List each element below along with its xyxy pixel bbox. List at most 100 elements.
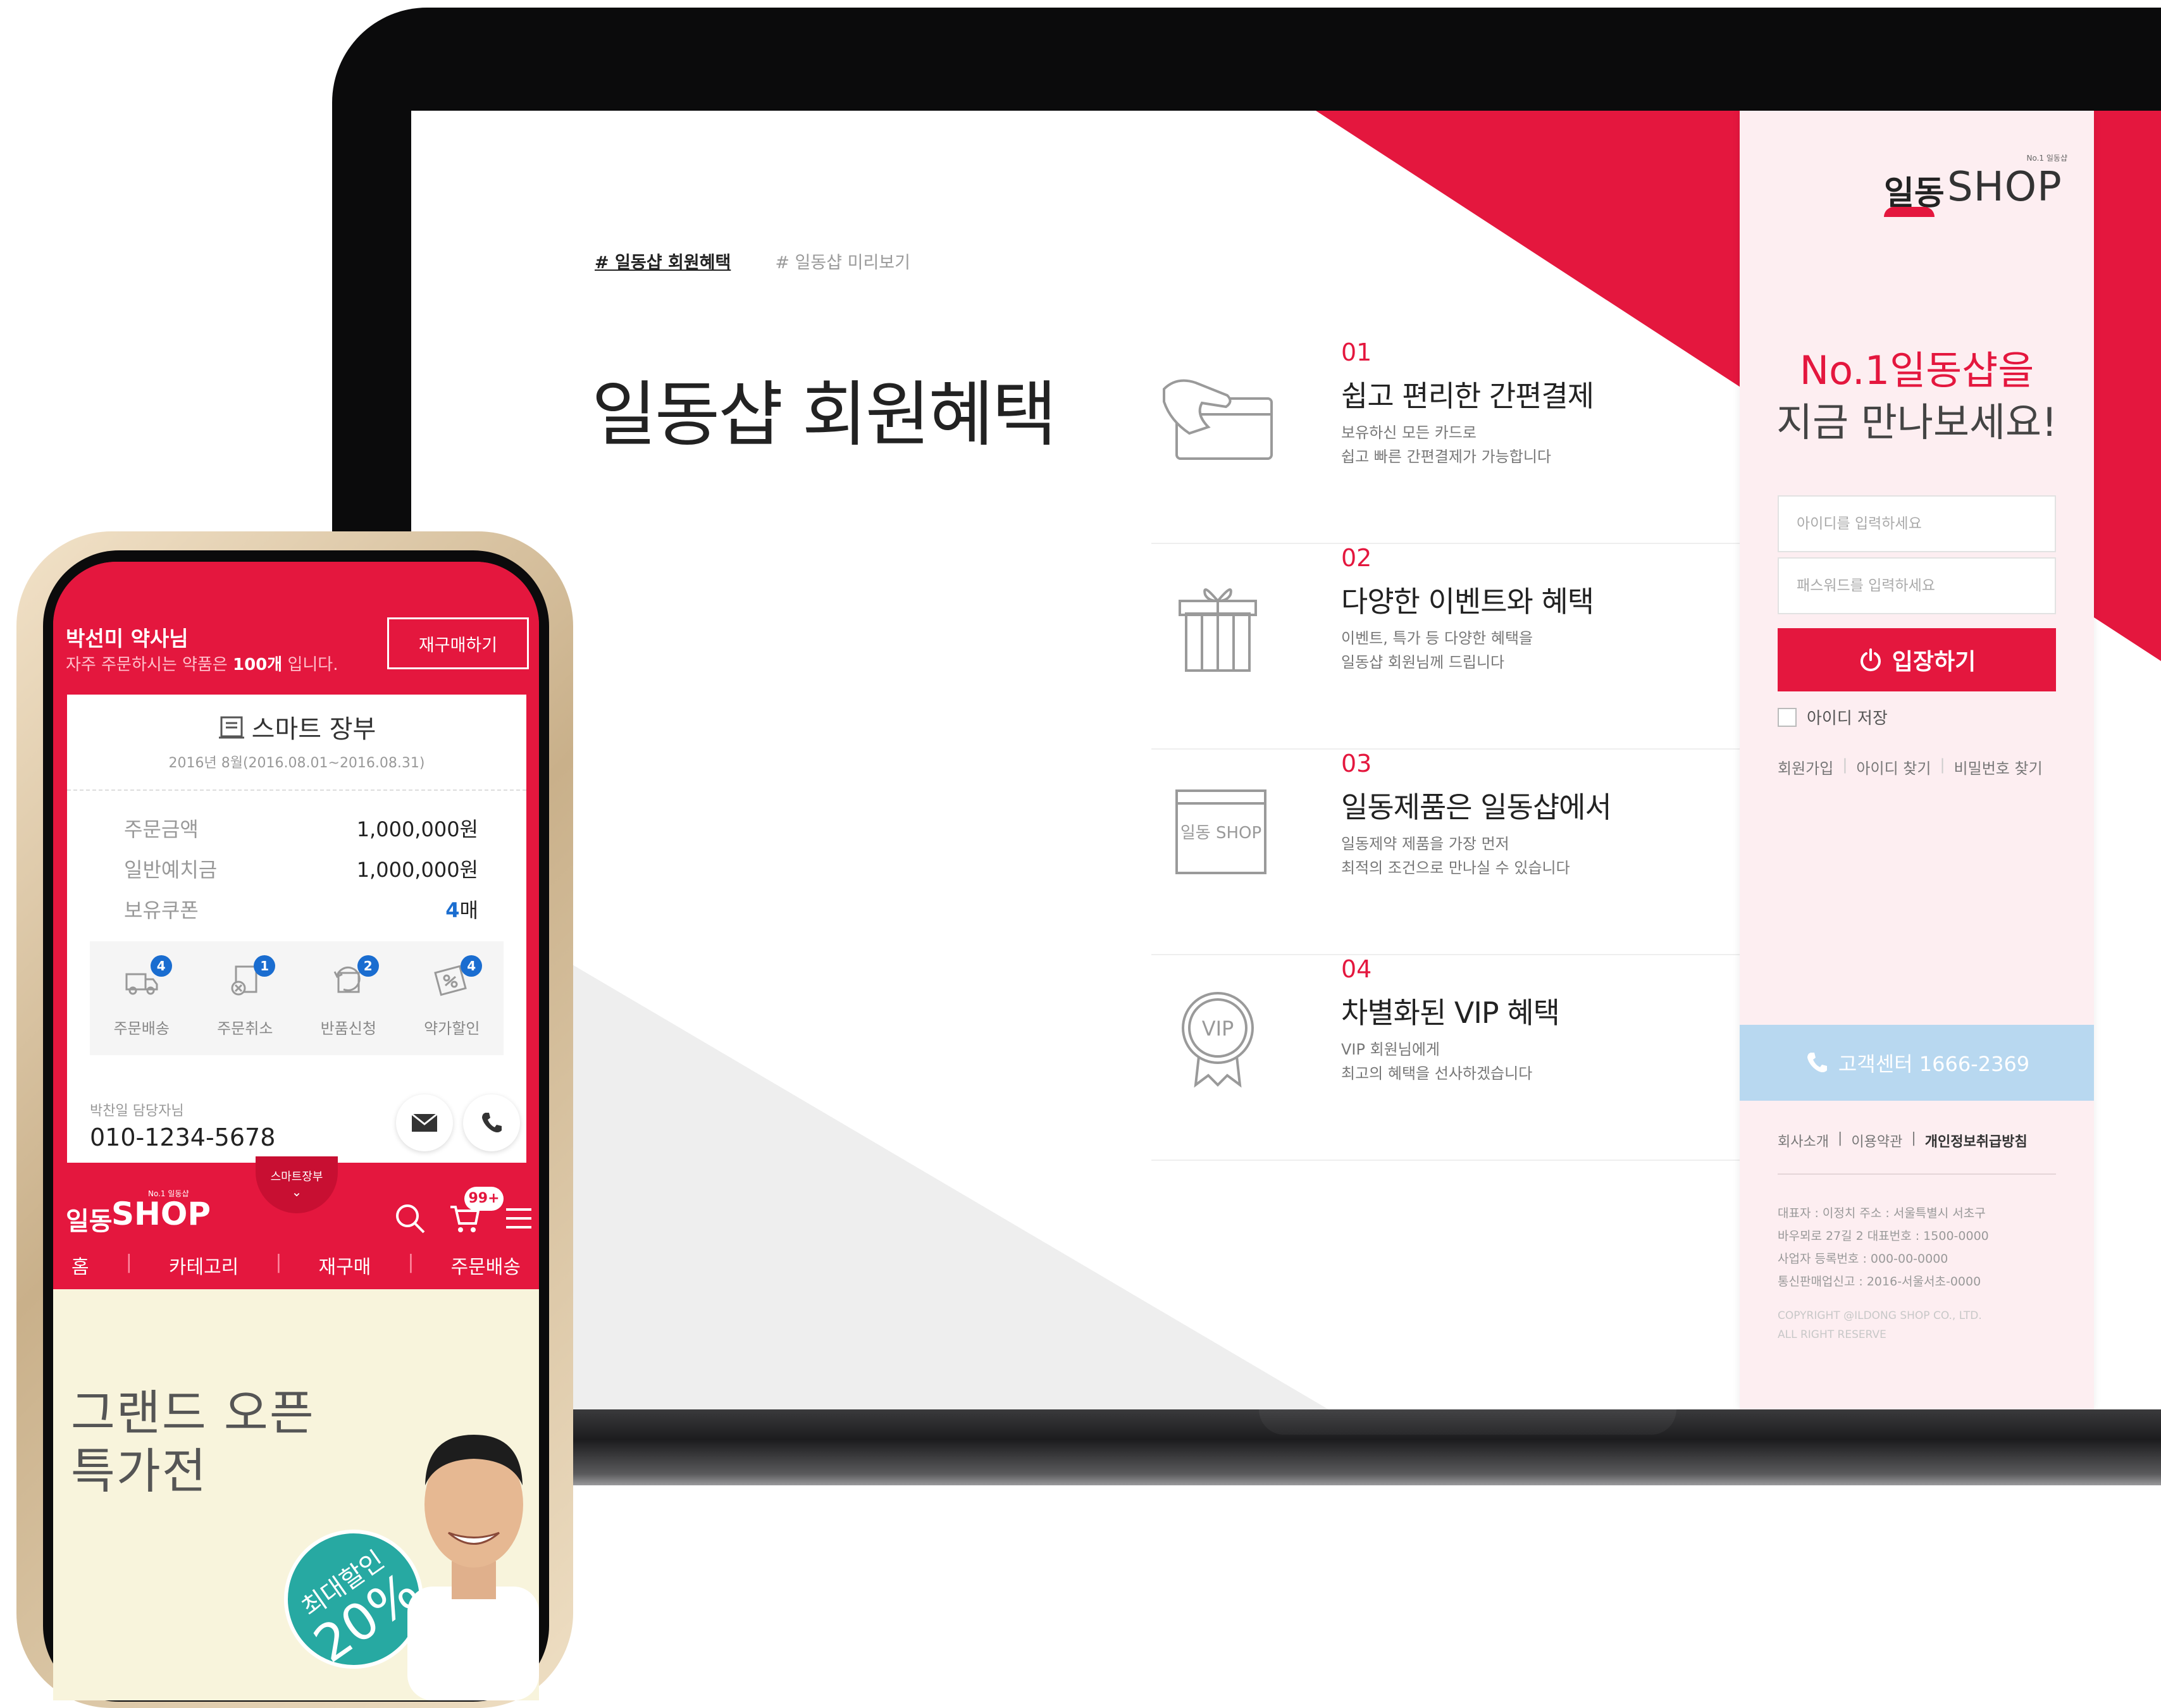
call-button[interactable] — [463, 1094, 520, 1151]
benefit-item: 01 쉽고 편리한 간편결제 보유하신 모든 카드로 쉽고 빠른 간편결제가 가… — [1151, 338, 1740, 544]
benefit-desc-line: 일동샵 회원님께 드립니다 — [1341, 653, 1505, 671]
link-separator: | — [1842, 756, 1848, 774]
smart-ledger-tab[interactable]: 스마트장부 ⌄ — [256, 1156, 338, 1213]
headline-line-1: No.1일동샵을 — [1799, 347, 2034, 393]
quick-badge: 4 — [150, 955, 172, 977]
benefit-title: 다양한 이벤트와 혜택 — [1341, 585, 1594, 619]
logo-shop-text: SHOP — [1947, 164, 2062, 211]
ildong-shop-logo[interactable]: No.1 일동샵 일동 SHOP — [1884, 152, 2067, 222]
mobile-logo-shop[interactable]: SHOP — [111, 1196, 211, 1232]
quick-badge: 2 — [357, 955, 379, 977]
save-id-checkbox[interactable]: 아이디 저장 — [1778, 705, 1888, 729]
quick-label: 약가할인 — [424, 1020, 480, 1037]
info-line: 통신판매업신고 : 2016-서울서초-0000 — [1778, 1275, 1981, 1289]
benefit-number: 04 — [1341, 955, 1372, 983]
quick-price-discount[interactable]: 4 약가할인 — [400, 941, 504, 1055]
menu-category[interactable]: 카테고리 — [169, 1251, 238, 1279]
menu-reorder[interactable]: 재구매 — [319, 1251, 371, 1279]
smart-tab-label: 스마트장부 — [270, 1170, 323, 1184]
manager-phone: 010-1234-5678 — [90, 1123, 276, 1151]
link-separator: | — [1940, 756, 1945, 774]
info-line: 대표자 : 이정치 주소 : 서울특별시 서초구 — [1778, 1206, 1986, 1220]
copyright-line: ALL RIGHT RESERVE — [1778, 1328, 1886, 1341]
ledger-row-deposit: 일반예치금 1,000,000원 — [124, 854, 478, 883]
ledger-title: 스마트 장부 — [67, 709, 526, 745]
customer-center-text: 고객센터 1666-2369 — [1838, 1052, 2030, 1076]
chevron-down-icon: ⌄ — [291, 1184, 302, 1199]
login-headline: No.1일동샵을 지금 만나보세요! — [1740, 345, 2094, 449]
smart-ledger-card: 스마트 장부 2016년 8월(2016.08.01~2016.08.31) 주… — [67, 695, 526, 1163]
benefit-number: 02 — [1341, 544, 1372, 572]
reorder-button[interactable]: 재구매하기 — [387, 617, 529, 669]
signup-link[interactable]: 회원가입 — [1778, 756, 1833, 778]
card-payment-icon — [1163, 379, 1273, 460]
quick-return-request[interactable]: 2 반품신청 — [297, 941, 400, 1055]
logo-tagline: No.1 일동샵 — [2026, 154, 2068, 163]
copyright-line: COPYRIGHT @ILDONG SHOP CO., LTD. — [1778, 1309, 1982, 1322]
row-label: 주문금액 — [124, 817, 199, 841]
spokesperson-image — [407, 1435, 539, 1700]
hashtag-preview-link[interactable]: # 일동샵 미리보기 — [775, 249, 910, 273]
quick-order-delivery[interactable]: 4 주문배송 — [90, 941, 194, 1055]
ledger-period: 2016년 8월(2016.08.01~2016.08.31) — [168, 755, 425, 771]
footer-links: 회사소개 | 이용약관 | 개인정보취급방침 — [1778, 1130, 2028, 1151]
hashtag-benefits-link[interactable]: # 일동샵 회원혜택 — [595, 249, 731, 273]
mail-icon — [411, 1113, 438, 1132]
quick-badge: 1 — [254, 955, 276, 977]
find-id-link[interactable]: 아이디 찾기 — [1856, 756, 1931, 778]
vip-badge-icon: VIP — [1182, 992, 1254, 1088]
login-panel: No.1 일동샵 일동 SHOP No.1일동샵을 지금 만나보세요! 아이디를… — [1740, 111, 2094, 1409]
quick-badge: 4 — [461, 955, 483, 977]
benefit-desc-line: VIP 회원님에게 — [1341, 1041, 1440, 1058]
row-value: 1,000,000원 — [356, 817, 478, 841]
logo-swoosh — [1884, 207, 1935, 217]
message-button[interactable] — [396, 1094, 453, 1151]
power-icon — [1860, 648, 1881, 672]
search-icon[interactable] — [393, 1202, 426, 1235]
company-link[interactable]: 회사소개 — [1778, 1130, 1829, 1151]
quick-label: 주문배송 — [113, 1020, 170, 1037]
mobile-header: 박선미 약사님 자주 주문하시는 약품은 100개 입니다. 재구매하기 — [53, 562, 539, 695]
account-links: 회원가입 | 아이디 찾기 | 비밀번호 찾기 — [1778, 756, 2043, 778]
benefit-desc-line: 일동제약 제품을 가장 먼저 — [1341, 835, 1509, 853]
terms-link[interactable]: 이용약관 — [1851, 1130, 1902, 1151]
info-line: 바우뫼로 27길 2 대표번호 : 1500-0000 — [1778, 1229, 1989, 1243]
benefit-list: 01 쉽고 편리한 간편결제 보유하신 모든 카드로 쉽고 빠른 간편결제가 가… — [1151, 338, 1740, 1161]
quick-order-cancel[interactable]: 1 주문취소 — [194, 941, 297, 1055]
menu-home[interactable]: 홈 — [71, 1251, 89, 1279]
link-separator: | — [1911, 1130, 1916, 1146]
frequent-order-text: 자주 주문하시는 약품은 100개 입니다. — [66, 652, 338, 675]
info-line: 사업자 등록번호 : 000-00-0000 — [1778, 1252, 1948, 1266]
promo-banner[interactable]: 그랜드 오픈 특가전 최대할인 20% — [53, 1289, 539, 1700]
manager-label: 박찬일 담당자님 — [90, 1103, 184, 1119]
benefit-desc: VIP 회원님에게 최고의 혜택을 선사하겠습니다 — [1341, 1037, 1532, 1086]
quick-label: 주문취소 — [217, 1020, 273, 1037]
quick-menu: 4 주문배송 1 주문취소 2 반품신청 4 약가할인 — [90, 941, 504, 1055]
password-input[interactable]: 패스워드를 입력하세요 — [1778, 557, 2056, 614]
id-input[interactable]: 아이디를 입력하세요 — [1778, 495, 2056, 552]
checkbox-box[interactable] — [1778, 707, 1797, 727]
customer-center-banner[interactable]: 고객센터 1666-2369 — [1740, 1025, 2094, 1101]
hamburger-menu-icon[interactable] — [502, 1202, 535, 1235]
phone-screen: 박선미 약사님 자주 주문하시는 약품은 100개 입니다. 재구매하기 스마트… — [53, 562, 539, 1700]
save-id-label: 아이디 저장 — [1807, 709, 1888, 728]
copyright: COPYRIGHT @ILDONG SHOP CO., LTD. ALL RIG… — [1778, 1306, 1982, 1344]
menu-separator: | — [407, 1251, 414, 1273]
mobile-menu: 홈 | 카테고리 | 재구매 | 주문배송 — [53, 1251, 539, 1279]
ledger-row-coupons: 보유쿠폰 4매 — [124, 894, 478, 924]
row-value[interactable]: 4매 — [445, 894, 478, 924]
frequent-order-post: 입니다. — [282, 655, 338, 674]
benefit-desc-line: 쉽고 빠른 간편결제가 가능합니다 — [1341, 448, 1552, 466]
privacy-link[interactable]: 개인정보취급방침 — [1925, 1130, 2028, 1151]
find-password-link[interactable]: 비밀번호 찾기 — [1954, 756, 2043, 778]
company-info: 대표자 : 이정치 주소 : 서울특별시 서초구 바우뫼로 27길 2 대표번호… — [1778, 1202, 1989, 1293]
login-button[interactable]: 입장하기 — [1778, 628, 2056, 691]
frequent-order-count: 100개 — [233, 655, 283, 674]
benefit-number: 03 — [1341, 750, 1372, 777]
ledger-icon — [218, 716, 244, 739]
cart-count-badge: 99+ — [464, 1187, 504, 1211]
mobile-nav: 스마트장부 ⌄ No.1 일동샵 일동 SHOP 99+ 홈 | 카테고리 | … — [53, 1156, 539, 1289]
hashtag-nav: # 일동샵 회원혜택 # 일동샵 미리보기 — [595, 249, 910, 273]
ledger-row-order-amount: 주문금액 1,000,000원 — [124, 814, 478, 843]
menu-order-delivery[interactable]: 주문배송 — [451, 1251, 521, 1279]
